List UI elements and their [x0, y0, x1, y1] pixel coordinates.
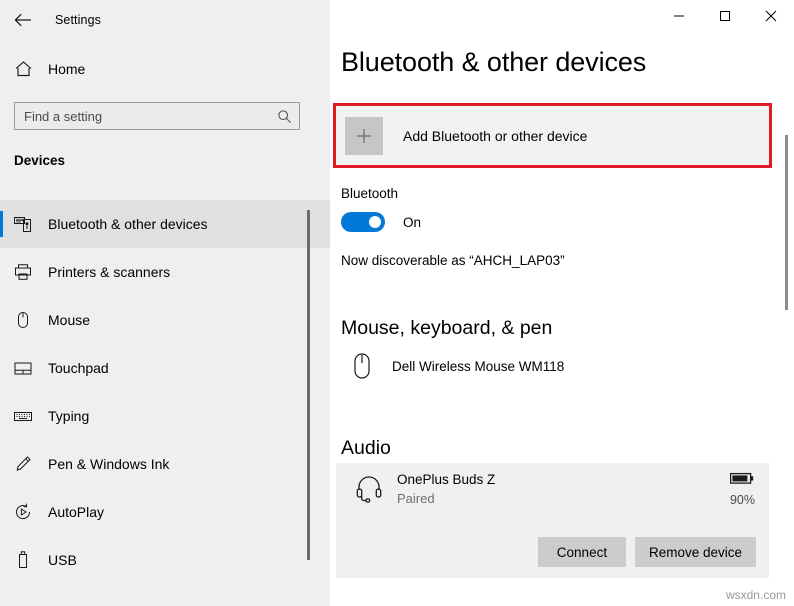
main-scrollbar-track[interactable]	[781, 40, 793, 606]
battery-percent: 90%	[730, 493, 755, 507]
battery-icon	[730, 472, 754, 490]
sidebar-scrollbar[interactable]	[307, 210, 310, 560]
device-name: Dell Wireless Mouse WM118	[392, 359, 564, 374]
bluetooth-devices-icon	[0, 214, 46, 234]
device-row-mouse[interactable]: Dell Wireless Mouse WM118	[341, 351, 564, 381]
mouse-icon	[0, 310, 46, 330]
sidebar-item-touchpad[interactable]: Touchpad	[0, 344, 330, 392]
sidebar-item-label: AutoPlay	[48, 504, 104, 520]
audio-device-info: OnePlus Buds Z Paired	[349, 470, 495, 506]
audio-device-card[interactable]: OnePlus Buds Z Paired 90% Connect Remove…	[336, 463, 769, 578]
sidebar-item-mouse[interactable]: Mouse	[0, 296, 330, 344]
discoverable-text: Now discoverable as “AHCH_LAP03”	[341, 253, 565, 268]
settings-window: Settings	[0, 0, 794, 606]
sidebar-nav-list: Bluetooth & other devices Printers & sca…	[0, 200, 330, 584]
battery-indicator: 90%	[730, 472, 755, 507]
headset-icon	[349, 470, 389, 505]
sidebar-item-label: Touchpad	[48, 360, 109, 376]
title-bar-left: Settings	[0, 0, 330, 40]
watermark: wsxdn.com	[726, 588, 786, 602]
sidebar-item-autoplay[interactable]: AutoPlay	[0, 488, 330, 536]
section-heading-audio: Audio	[341, 437, 391, 460]
audio-device-name: OnePlus Buds Z	[397, 472, 495, 487]
sidebar-item-label: USB	[48, 552, 77, 568]
sidebar-item-label: Printers & scanners	[48, 264, 170, 280]
sidebar-item-label: Mouse	[48, 312, 90, 328]
home-label: Home	[48, 61, 85, 77]
close-icon	[765, 10, 777, 22]
title-bar: Settings	[0, 0, 794, 40]
page-title: Bluetooth & other devices	[341, 47, 646, 78]
bluetooth-toggle-row: On	[341, 212, 421, 232]
sidebar-item-bluetooth-other-devices[interactable]: Bluetooth & other devices	[0, 200, 330, 248]
sidebar-item-usb[interactable]: USB	[0, 536, 330, 584]
sidebar-item-pen-windows-ink[interactable]: Pen & Windows Ink	[0, 440, 330, 488]
window-controls	[656, 0, 794, 40]
audio-device-status: Paired	[397, 491, 495, 506]
close-button[interactable]	[748, 0, 794, 32]
back-arrow-icon	[14, 13, 32, 27]
audio-device-text: OnePlus Buds Z Paired	[397, 470, 495, 506]
sidebar-item-printers-scanners[interactable]: Printers & scanners	[0, 248, 330, 296]
mouse-icon	[341, 351, 383, 381]
search-icon[interactable]	[269, 109, 299, 124]
section-heading-mouse: Mouse, keyboard, & pen	[341, 317, 552, 340]
sidebar-section-title: Devices	[14, 153, 65, 168]
keyboard-icon	[0, 406, 46, 426]
minimize-button[interactable]	[656, 0, 702, 32]
bluetooth-toggle[interactable]	[341, 212, 385, 232]
maximize-button[interactable]	[702, 0, 748, 32]
toggle-knob	[369, 216, 381, 228]
minimize-icon	[673, 10, 685, 22]
autoplay-icon	[0, 502, 46, 522]
search-input[interactable]	[15, 109, 269, 124]
sidebar-item-label: Typing	[48, 408, 89, 424]
remove-device-button[interactable]: Remove device	[635, 537, 756, 567]
maximize-icon	[719, 10, 731, 22]
bluetooth-label: Bluetooth	[341, 186, 398, 201]
home-icon	[0, 60, 46, 78]
back-button[interactable]	[0, 2, 46, 38]
sidebar: Home Devices	[0, 0, 330, 606]
audio-card-actions: Connect Remove device	[538, 537, 756, 567]
sidebar-item-typing[interactable]: Typing	[0, 392, 330, 440]
sidebar-item-home[interactable]: Home	[0, 53, 330, 85]
touchpad-icon	[0, 358, 46, 378]
usb-icon	[0, 550, 46, 570]
main-content: Bluetooth & other devices Add Bluetooth …	[330, 0, 794, 606]
main-scrollbar-thumb[interactable]	[785, 135, 788, 310]
app-title: Settings	[55, 13, 101, 27]
sidebar-item-label: Pen & Windows Ink	[48, 456, 169, 472]
pen-icon	[0, 454, 46, 474]
printer-icon	[0, 262, 46, 282]
add-device-highlight-box	[333, 103, 772, 168]
sidebar-item-label: Bluetooth & other devices	[48, 216, 208, 232]
search-box[interactable]	[14, 102, 300, 130]
connect-button[interactable]: Connect	[538, 537, 626, 567]
bluetooth-toggle-state: On	[403, 215, 421, 230]
